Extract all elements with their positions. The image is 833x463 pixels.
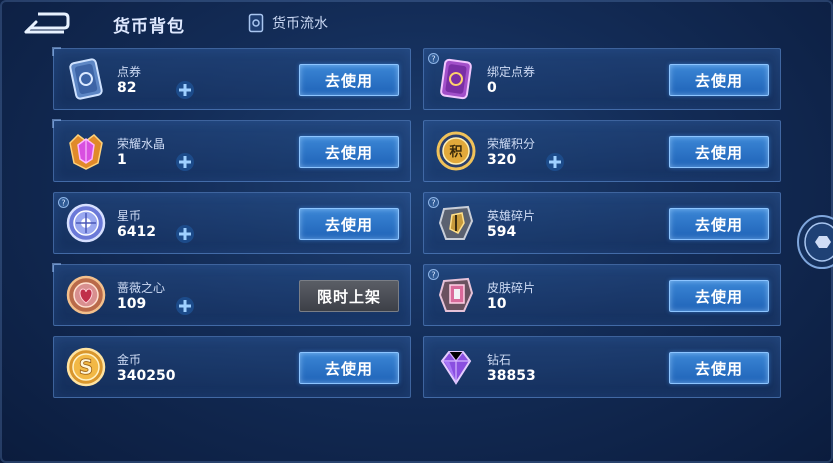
currency-amount: 1 <box>117 152 127 168</box>
currency-card-coupon: 点券 82 去使用 <box>52 47 411 110</box>
currency-name: 英雄碎片 <box>487 209 536 223</box>
glory-crystal-icon <box>69 134 103 170</box>
currency-name: 钻石 <box>487 353 512 367</box>
currency-name: 荣耀水晶 <box>117 137 166 151</box>
currency-card-skin-fragment: ? 皮肤碎片 10 去使用 <box>423 264 781 326</box>
hero-fragment-icon <box>438 205 474 240</box>
currency-amount: 109 <box>117 296 147 312</box>
currency-card-hero-fragment: ? 英雄碎片 594 去使用 <box>423 192 781 254</box>
tab-label: 货币流水 <box>272 16 328 32</box>
use-button[interactable]: 去使用 <box>299 136 399 168</box>
diamond-icon <box>440 351 472 385</box>
card-corner <box>52 119 61 128</box>
currency-name: 金币 <box>117 353 142 367</box>
card-corner <box>52 47 61 56</box>
svg-text:S: S <box>79 355 93 379</box>
skin-fragment-icon <box>438 277 474 312</box>
use-button[interactable]: 去使用 <box>669 64 769 96</box>
currency-amount: 10 <box>487 296 507 312</box>
currency-card-rose-heart: 蔷薇之心 109 限时上架 <box>52 263 411 326</box>
currency-card-bound-coupon: ? 绑定点券 0 去使用 <box>423 48 781 110</box>
currency-name: 荣耀积分 <box>487 137 536 151</box>
currency-name: 蔷薇之心 <box>117 281 166 295</box>
card-corner <box>52 263 61 272</box>
add-plus-icon[interactable] <box>175 224 195 244</box>
currency-card-star-coin: ? 星币 6412 去使用 <box>53 192 411 254</box>
currency-amount: 6412 <box>117 224 156 240</box>
currency-amount: 38853 <box>487 368 536 384</box>
side-menu-handle-icon[interactable] <box>796 214 833 270</box>
use-button[interactable]: 去使用 <box>669 352 769 384</box>
use-button[interactable]: 去使用 <box>299 208 399 240</box>
currency-grid: 点券 82 去使用 ? 绑定点券 0 去使用 荣耀水晶 1 去使用 积 荣耀积分… <box>52 47 781 398</box>
limited-time-button: 限时上架 <box>299 280 399 312</box>
svg-text:积: 积 <box>449 144 462 160</box>
star-coin-icon <box>66 203 106 243</box>
currency-amount: 340250 <box>117 368 176 384</box>
currency-card-diamond: 钻石 38853 去使用 <box>423 336 781 398</box>
use-button[interactable]: 去使用 <box>299 64 399 96</box>
currency-name: 绑定点券 <box>487 65 536 79</box>
ticket-icon <box>69 58 103 100</box>
currency-name: 皮肤碎片 <box>487 281 536 295</box>
back-arrow-icon[interactable] <box>24 10 70 36</box>
currency-name: 星币 <box>117 209 142 223</box>
rose-heart-icon <box>66 275 106 315</box>
use-button[interactable]: 去使用 <box>669 280 769 312</box>
currency-amount: 594 <box>487 224 517 240</box>
currency-amount: 320 <box>487 152 517 168</box>
currency-amount: 82 <box>117 80 137 96</box>
bound-ticket-icon <box>440 58 472 100</box>
currency-card-glory-crystal: 荣耀水晶 1 去使用 <box>52 119 411 182</box>
add-plus-icon[interactable] <box>175 80 195 100</box>
currency-card-glory-points: 积 荣耀积分 320 去使用 <box>423 120 781 182</box>
currency-name: 点券 <box>117 65 142 79</box>
use-button[interactable]: 去使用 <box>669 136 769 168</box>
tab-currency-flow[interactable]: 货币流水 <box>248 12 328 34</box>
currency-amount: 0 <box>487 80 497 96</box>
use-button[interactable]: 去使用 <box>299 352 399 384</box>
use-button[interactable]: 去使用 <box>669 208 769 240</box>
add-plus-icon[interactable] <box>175 152 195 172</box>
page-title: 货币背包 <box>113 17 185 37</box>
add-plus-icon[interactable] <box>175 296 195 316</box>
glory-points-icon: 积 <box>436 131 476 171</box>
card-flow-icon <box>248 13 264 33</box>
currency-card-gold-coin: S 金币 340250 去使用 <box>53 336 411 398</box>
gold-coin-icon: S <box>66 347 106 387</box>
add-plus-icon[interactable] <box>545 152 565 172</box>
